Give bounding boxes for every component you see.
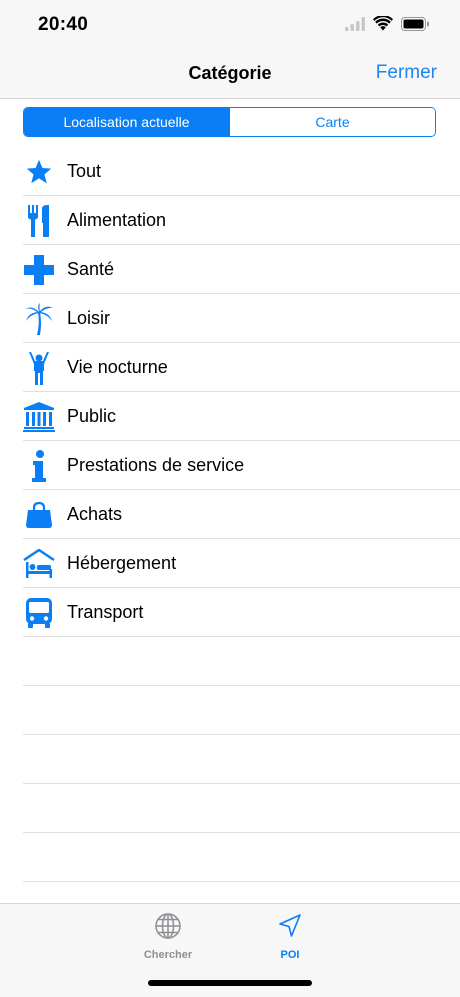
palm-tree-icon [22, 302, 56, 336]
category-row-loisir[interactable]: Loisir [0, 294, 460, 343]
tab-poi[interactable]: POI [230, 912, 350, 961]
category-row-sante[interactable]: Santé [0, 245, 460, 294]
category-row-prestations-de-service[interactable]: Prestations de service [0, 441, 460, 490]
category-row-public[interactable]: Public [0, 392, 460, 441]
empty-row [0, 784, 460, 833]
category-label: Santé [67, 259, 115, 279]
navigation-bar: Catégorie Fermer [0, 50, 460, 99]
category-label: Tout [67, 161, 102, 181]
wifi-icon [373, 14, 393, 36]
status-bar: 20:40 [0, 0, 460, 50]
category-row-achats[interactable]: Achats [0, 490, 460, 539]
status-time: 20:40 [38, 14, 89, 35]
category-row-vie-nocturne[interactable]: Vie nocturne [0, 343, 460, 392]
tab-chercher[interactable]: Chercher [108, 912, 228, 961]
empty-row [0, 637, 460, 686]
signal-icon [345, 16, 365, 36]
globe-icon [154, 912, 182, 945]
category-row-alimentation[interactable]: Alimentation [0, 196, 460, 245]
category-row-tout[interactable]: Tout [0, 147, 460, 196]
fork-knife-icon [22, 204, 56, 238]
tab-label: Chercher [143, 949, 193, 961]
segment-map[interactable]: Carte [229, 108, 435, 136]
category-label: Transport [67, 602, 144, 622]
status-icons [345, 14, 430, 36]
segment-current-location[interactable]: Localisation actuelle [24, 108, 229, 136]
star-icon [22, 155, 56, 189]
bed-icon [22, 547, 56, 581]
close-button[interactable]: Fermer [376, 62, 437, 84]
category-row-hebergement[interactable]: Hébergement [0, 539, 460, 588]
info-icon [22, 449, 56, 483]
category-label: Public [67, 406, 117, 426]
category-label: Prestations de service [67, 455, 245, 475]
category-label: Hébergement [67, 553, 177, 573]
nightlife-person-icon [22, 351, 56, 385]
category-row-transport[interactable]: Transport [0, 588, 460, 637]
category-label: Vie nocturne [67, 357, 168, 377]
battery-icon [401, 16, 430, 36]
empty-row [0, 833, 460, 882]
category-list: Tout Alimentation Santé Loisir Vie noctu… [0, 147, 460, 882]
tab-label: POI [280, 949, 300, 961]
bus-icon [22, 596, 56, 630]
empty-row [0, 735, 460, 784]
location-arrow-icon [276, 912, 304, 945]
health-cross-icon [22, 253, 56, 287]
category-label: Alimentation [67, 210, 167, 230]
category-label: Loisir [67, 308, 111, 328]
empty-row [0, 686, 460, 735]
public-building-icon [22, 400, 56, 434]
shopping-bag-icon [22, 498, 56, 532]
home-indicator [148, 980, 312, 986]
category-label: Achats [67, 504, 123, 524]
segmented-control: Localisation actuelle Carte [23, 107, 436, 137]
